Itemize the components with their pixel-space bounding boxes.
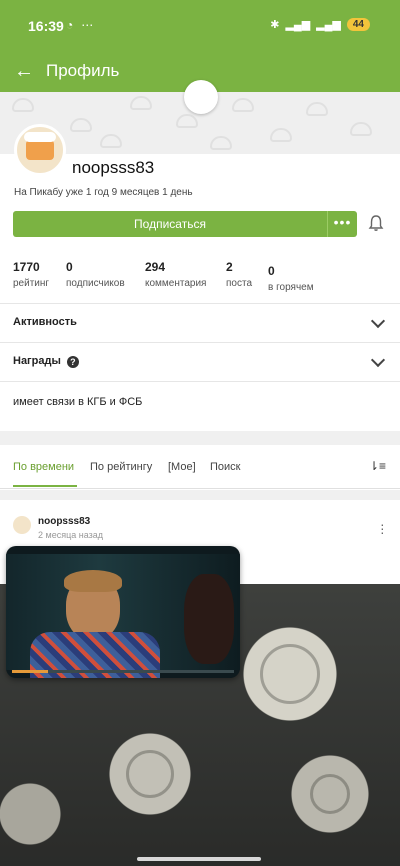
tab-by-rating[interactable]: По рейтингу [90, 461, 152, 473]
profile-about: имеет связи в КГБ и ФСБ [0, 381, 400, 431]
member-since: На Пикабу уже 1 год 9 месяцев 1 день [14, 187, 193, 198]
back-arrow-icon[interactable]: ← [14, 60, 34, 83]
chevron-down-icon [370, 352, 386, 368]
about-text: имеет связи в КГБ и ФСБ [13, 396, 143, 408]
signal-icon-2: ▂▄▆ [316, 19, 341, 31]
post-header: noopsss83 2 месяца назад · · · [0, 500, 400, 548]
subscribe-label: Подписаться [134, 217, 206, 231]
activity-section[interactable]: Активность [0, 303, 400, 341]
stat-posts[interactable]: 2 поста [226, 260, 252, 289]
more-options-icon[interactable]: ••• [327, 211, 357, 237]
active-tab-indicator [13, 485, 77, 487]
avatar[interactable] [14, 124, 66, 176]
awards-section[interactable]: Награды? [0, 342, 400, 380]
stat-rating: 1770 рейтинг [13, 260, 50, 289]
whatsapp-icon: ◔ [66, 18, 74, 32]
home-indicator[interactable] [137, 857, 261, 861]
banner-pattern [12, 98, 34, 112]
post-time: 2 месяца назад [38, 530, 103, 540]
more-icon: ⋯ [81, 18, 94, 32]
tab-mine[interactable]: [Мое] [168, 461, 196, 473]
chevron-down-icon [370, 313, 386, 329]
page-title: Профиль [46, 61, 120, 80]
video-frame [6, 554, 240, 678]
divider [0, 431, 400, 445]
post-avatar[interactable] [13, 516, 31, 534]
battery-indicator: 44 [346, 18, 370, 31]
help-icon[interactable]: ? [66, 356, 79, 368]
stat-subscribers[interactable]: 0 подписчиков [66, 260, 125, 289]
stat-hot[interactable]: 0 в горячем [268, 264, 314, 293]
bluetooth-icon: ✱ [270, 19, 280, 31]
sort-icon[interactable]: ⇂≡ [369, 459, 386, 473]
activity-label: Активность [13, 316, 77, 328]
bell-icon[interactable] [368, 214, 384, 232]
video-progress-bar[interactable] [12, 670, 48, 673]
banner-handle[interactable] [184, 80, 218, 114]
awards-label: Награды [13, 355, 61, 367]
stat-comments[interactable]: 294 комментария [145, 260, 206, 289]
status-time: 16:39 [28, 18, 64, 34]
divider [0, 490, 400, 500]
tab-by-time[interactable]: По времени [13, 461, 74, 473]
more-vertical-icon[interactable]: · · · [380, 517, 385, 539]
tab-search[interactable]: Поиск [210, 461, 240, 473]
signal-icon: ▂▄▆ [285, 19, 311, 31]
status-bar: 16:39 ◔ ⋯ ✱ ▂▄▆ ▂▄▆ 44 [0, 0, 400, 52]
post-tabs: По времени По рейтингу [Мое] Поиск ⇂≡ [0, 445, 400, 489]
username: noopsss83 [72, 158, 155, 177]
profile-stats: 1770 рейтинг 0 подписчиков 294 комментар… [0, 260, 400, 300]
subscribe-button[interactable]: Подписаться ••• [13, 211, 357, 237]
avatar-image [24, 132, 56, 160]
video-progress-track[interactable] [48, 670, 234, 673]
pip-video-player[interactable] [6, 546, 240, 678]
post-author[interactable]: noopsss83 [38, 516, 90, 527]
